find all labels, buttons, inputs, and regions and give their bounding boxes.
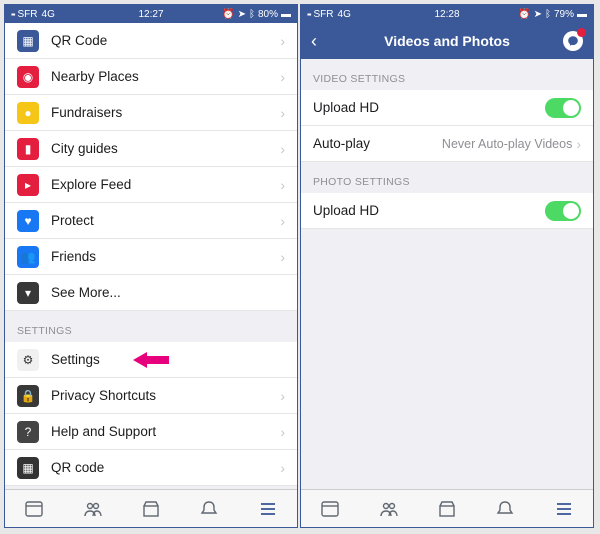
menu-item-friends[interactable]: 👥 Friends › [5,239,297,275]
status-bar: SFR 4G 12:28 ⏰ ➤ ᛒ 79% ▬ [301,5,593,23]
tab-marketplace[interactable] [122,490,180,527]
battery-icon: ▬ [281,9,291,20]
battery-pct: 79% [554,9,574,20]
video-upload-hd-row[interactable]: Upload HD [301,90,593,126]
tab-menu[interactable] [239,490,297,527]
back-button[interactable]: ‹ [311,31,317,52]
qr-icon: ▦ [17,457,39,479]
shield-icon: ♥ [17,210,39,232]
pin-icon: ◉ [17,66,39,88]
upload-hd-video-switch[interactable] [545,98,581,118]
tab-menu[interactable] [535,490,593,527]
status-bar: SFR 4G 12:27 ⏰ ➤ ᛒ 80% ▬ [5,5,297,23]
clock-label: 12:27 [138,9,163,20]
chevron-right-icon: › [280,69,285,85]
menu-item-protect[interactable]: ♥ Protect › [5,203,297,239]
menu-item-qr-code[interactable]: ▦ QR Code › [5,23,297,59]
autoplay-value: Never Auto-play Videos [442,137,572,151]
tab-bar [301,489,593,527]
tab-newsfeed[interactable] [5,490,63,527]
coin-icon: ● [17,102,39,124]
settings-item-settings[interactable]: ⚙ Settings [5,342,297,378]
bluetooth-icon: ᛒ [249,9,255,20]
network-label: 4G [338,9,351,20]
messenger-button[interactable] [563,31,583,51]
battery-icon: ▬ [577,9,587,20]
lock-icon: 🔒 [17,385,39,407]
carrier-label: SFR [18,9,38,20]
battery-pct: 80% [258,9,278,20]
nav-bar: ‹ Videos and Photos [301,23,593,59]
alarm-icon: ⏰ [222,9,234,20]
building-icon: ▮ [17,138,39,160]
qr-icon: ▦ [17,30,39,52]
chevron-right-icon: › [280,388,285,404]
carrier-label: SFR [314,9,334,20]
tab-newsfeed[interactable] [301,490,359,527]
location-icon: ➤ [534,9,542,20]
highlight-arrow-icon [133,350,169,370]
settings-scroll[interactable]: VIDEO SETTINGS Upload HD Auto-play Never… [301,59,593,489]
phone-right-videos-photos: SFR 4G 12:28 ⏰ ➤ ᛒ 79% ▬ ‹ Videos and Ph… [300,4,594,528]
chevron-down-icon: ▾ [17,282,39,304]
autoplay-row[interactable]: Auto-play Never Auto-play Videos › [301,126,593,162]
tab-friends[interactable] [63,490,121,527]
help-icon: ? [17,421,39,443]
menu-item-see-more[interactable]: ▾ See More... [5,275,297,311]
tab-friends[interactable] [359,490,417,527]
settings-section-header: SETTINGS [5,311,297,342]
photo-upload-hd-row[interactable]: Upload HD [301,193,593,229]
clock-label: 12:28 [434,9,459,20]
flag-icon: ▸ [17,174,39,196]
friends-icon: 👥 [17,246,39,268]
tab-marketplace[interactable] [418,490,476,527]
network-label: 4G [42,9,55,20]
menu-item-explore-feed[interactable]: ▸ Explore Feed › [5,167,297,203]
chevron-right-icon: › [280,177,285,193]
chevron-right-icon: › [576,136,581,152]
messenger-icon [567,35,579,47]
chevron-right-icon: › [280,33,285,49]
bluetooth-icon: ᛒ [545,9,551,20]
location-icon: ➤ [238,9,246,20]
menu-scroll[interactable]: ▦ QR Code › ◉ Nearby Places › ● Fundrais… [5,23,297,489]
menu-item-city-guides[interactable]: ▮ City guides › [5,131,297,167]
chevron-right-icon: › [280,213,285,229]
upload-hd-photo-switch[interactable] [545,201,581,221]
chevron-right-icon: › [280,460,285,476]
settings-item-privacy-shortcuts[interactable]: 🔒 Privacy Shortcuts › [5,378,297,414]
signal-icon [307,9,310,20]
chevron-right-icon: › [280,249,285,265]
tab-bar [5,489,297,527]
alarm-icon: ⏰ [518,9,530,20]
chevron-right-icon: › [280,105,285,121]
video-settings-header: VIDEO SETTINGS [301,59,593,90]
chevron-right-icon: › [280,141,285,157]
menu-item-nearby-places[interactable]: ◉ Nearby Places › [5,59,297,95]
tab-notifications[interactable] [476,490,534,527]
tab-notifications[interactable] [180,490,238,527]
settings-item-help-support[interactable]: ? Help and Support › [5,414,297,450]
phone-left-menu: SFR 4G 12:27 ⏰ ➤ ᛒ 80% ▬ ▦ QR Code › ◉ N… [4,4,298,528]
page-title: Videos and Photos [384,33,510,49]
signal-icon [11,9,14,20]
chevron-right-icon: › [280,424,285,440]
settings-item-qr-code[interactable]: ▦ QR code › [5,450,297,486]
photo-settings-header: PHOTO SETTINGS [301,162,593,193]
menu-item-fundraisers[interactable]: ● Fundraisers › [5,95,297,131]
gear-icon: ⚙ [17,349,39,371]
